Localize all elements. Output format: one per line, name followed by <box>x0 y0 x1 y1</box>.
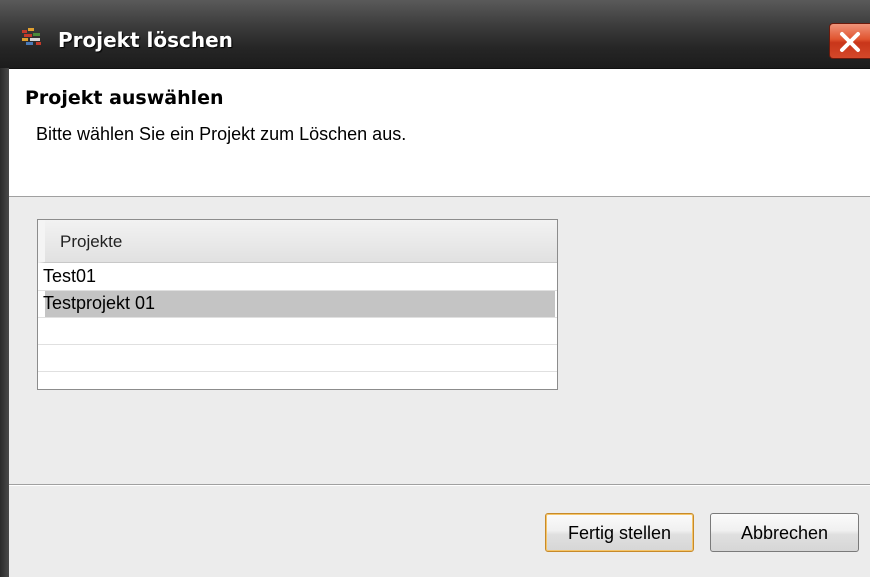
wizard-header: Projekt auswählen Bitte wählen Sie ein P… <box>9 69 870 197</box>
column-header-label: Projekte <box>60 232 123 251</box>
header-description: Bitte wählen Sie ein Projekt zum Löschen… <box>36 124 407 144</box>
project-table[interactable]: Projekte Test01 Testprojekt 01 <box>37 219 558 390</box>
table-row[interactable] <box>38 372 557 389</box>
window-title: Projekt löschen <box>58 28 233 52</box>
table-row-selected[interactable]: Testprojekt 01 <box>38 291 557 318</box>
app-icon <box>22 28 48 46</box>
dialog-window: Projekt löschen Projekt auswählen Bitte … <box>0 0 870 577</box>
wizard-body: Projekte Test01 Testprojekt 01 <box>9 197 870 484</box>
table-row[interactable] <box>38 345 557 372</box>
title-bar[interactable]: Projekt löschen <box>0 0 870 69</box>
column-header-projekte[interactable]: Projekte <box>38 220 557 263</box>
table-row[interactable] <box>38 318 557 345</box>
row-label: Test01 <box>43 266 97 286</box>
cancel-button[interactable]: Abbrechen <box>710 513 859 552</box>
header-title: Projekt auswählen <box>25 87 224 109</box>
button-bar: Fertig stellen Abbrechen <box>9 486 870 577</box>
row-label: Testprojekt 01 <box>43 293 156 313</box>
close-button[interactable] <box>829 23 870 59</box>
table-row[interactable]: Test01 <box>38 264 557 291</box>
window-frame-left <box>0 68 9 577</box>
finish-button[interactable]: Fertig stellen <box>545 513 694 552</box>
